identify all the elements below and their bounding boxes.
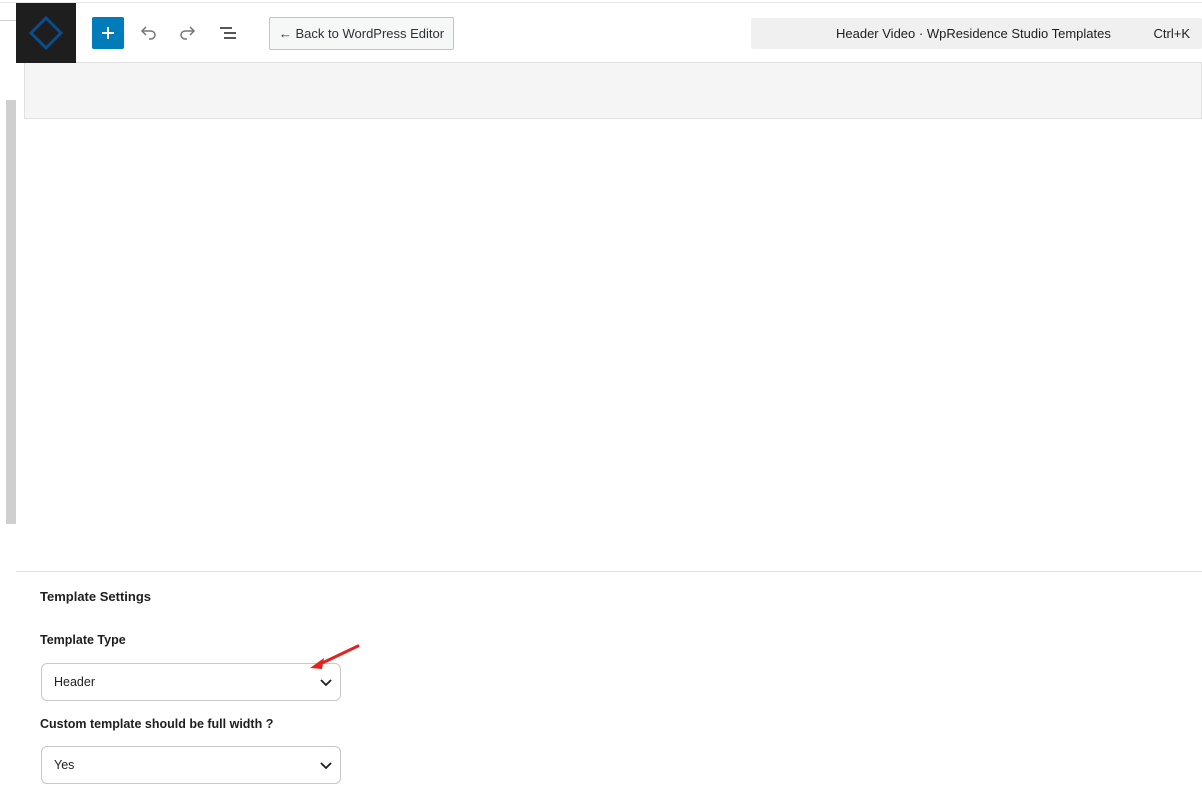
add-block-button[interactable] <box>92 17 124 49</box>
back-to-wordpress-editor-button[interactable]: ← Back to WordPress Editor <box>269 17 454 50</box>
document-title: Header Video · WpResidence Studio Templa… <box>836 26 1111 41</box>
redo-button[interactable] <box>172 17 204 49</box>
keyboard-shortcut: Ctrl+K <box>1153 26 1190 41</box>
site-logo-button[interactable] <box>16 3 76 63</box>
undo-icon <box>140 26 156 40</box>
list-view-button[interactable] <box>212 17 244 49</box>
document-command-center[interactable]: Header Video · WpResidence Studio Templa… <box>751 18 1202 49</box>
left-scrollbar[interactable] <box>6 100 16 524</box>
partially-visible-field-label <box>40 795 150 802</box>
editor-page: ← Back to WordPress Editor Header Video … <box>0 0 1202 802</box>
template-settings-title: Template Settings <box>40 589 152 604</box>
editor-header: ← Back to WordPress Editor Header Video … <box>16 3 1202 63</box>
redo-icon <box>180 26 196 40</box>
list-view-icon <box>220 27 236 39</box>
red-arrow-annotation-icon <box>310 644 360 669</box>
header-template-canvas[interactable] <box>24 63 1202 119</box>
template-type-label: Template Type <box>40 633 126 647</box>
full-width-select[interactable]: Yes <box>41 746 341 784</box>
undo-button[interactable] <box>132 17 164 49</box>
left-divider <box>0 20 16 21</box>
plus-icon <box>102 27 114 39</box>
full-width-value: Yes <box>54 758 75 772</box>
chevron-down-icon <box>320 762 332 770</box>
diamond-logo-icon <box>28 15 64 51</box>
template-settings-panel: Template Settings Template Type Header C… <box>16 571 1202 802</box>
template-type-value: Header <box>54 675 95 689</box>
template-type-select[interactable]: Header <box>41 663 341 701</box>
full-width-label: Custom template should be full width ? <box>40 717 274 731</box>
